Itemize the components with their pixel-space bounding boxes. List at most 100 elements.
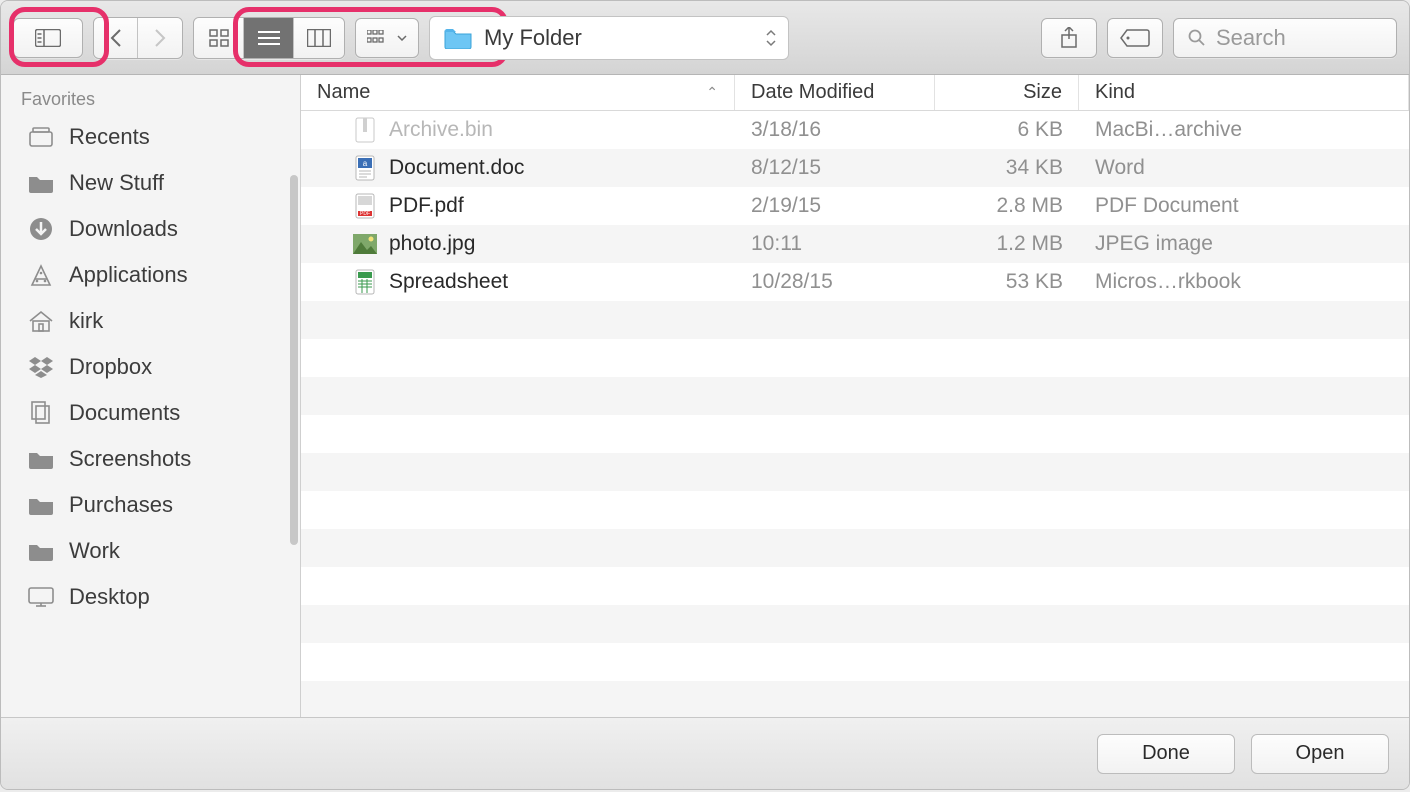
- table-row[interactable]: Archive.bin3/18/166 KBMacBi…archive: [301, 111, 1409, 149]
- file-date: 2/19/15: [735, 194, 935, 218]
- file-name: photo.jpg: [389, 232, 475, 256]
- chevron-left-icon: [110, 29, 122, 47]
- tag-icon: [1119, 28, 1151, 48]
- folder-icon: [27, 445, 55, 473]
- column-headers: Name⌃ Date Modified Size Kind: [301, 75, 1409, 111]
- group-by-button[interactable]: [355, 18, 419, 58]
- sidebar-item-purchases[interactable]: Purchases: [1, 482, 300, 528]
- empty-row: [301, 567, 1409, 605]
- view-mode-segment: [193, 17, 345, 59]
- table-row[interactable]: aDocument.doc8/12/1534 KBWord: [301, 149, 1409, 187]
- sidebar-item-label: Downloads: [69, 216, 178, 242]
- empty-row: [301, 605, 1409, 643]
- file-name: Document.doc: [389, 156, 524, 180]
- apps-icon: [27, 261, 55, 289]
- download-icon: [27, 215, 55, 243]
- folder-icon: [27, 169, 55, 197]
- sidebar-item-label: Applications: [69, 262, 188, 288]
- tags-button[interactable]: [1107, 18, 1163, 58]
- nav-segment: [93, 17, 183, 59]
- empty-row: [301, 681, 1409, 717]
- empty-row: [301, 453, 1409, 491]
- jpg-file-icon: [353, 230, 377, 258]
- empty-row: [301, 339, 1409, 377]
- sidebar-list: Recents New Stuff Downloads Applications kir…: [1, 114, 300, 620]
- location-popup[interactable]: My Folder: [429, 16, 789, 60]
- file-size: 2.8 MB: [935, 194, 1079, 218]
- column-header-date[interactable]: Date Modified: [735, 75, 935, 110]
- share-button[interactable]: [1041, 18, 1097, 58]
- columns-icon: [307, 29, 331, 47]
- file-name: Spreadsheet: [389, 270, 508, 294]
- sidebar-item-label: Recents: [69, 124, 150, 150]
- svg-text:PDF: PDF: [360, 211, 370, 217]
- forward-button[interactable]: [138, 18, 182, 58]
- documents-icon: [27, 399, 55, 427]
- table-row[interactable]: PDFPDF.pdf2/19/152.8 MBPDF Document: [301, 187, 1409, 225]
- sidebar-item-label: New Stuff: [69, 170, 164, 196]
- chevron-down-icon: [397, 35, 407, 41]
- footer: Done Open: [1, 717, 1409, 789]
- sidebar-heading: Favorites: [1, 89, 300, 114]
- table-row[interactable]: photo.jpg10:111.2 MBJPEG image: [301, 225, 1409, 263]
- svg-text:a: a: [363, 159, 368, 168]
- file-size: 6 KB: [935, 118, 1079, 142]
- sidebar-item-kirk[interactable]: kirk: [1, 298, 300, 344]
- file-date: 10/28/15: [735, 270, 935, 294]
- file-date: 3/18/16: [735, 118, 935, 142]
- sidebar-item-dropbox[interactable]: Dropbox: [1, 344, 300, 390]
- sidebar-item-label: Documents: [69, 400, 180, 426]
- chevron-right-icon: [154, 29, 166, 47]
- column-header-name[interactable]: Name⌃: [301, 75, 735, 110]
- sidebar-item-downloads[interactable]: Downloads: [1, 206, 300, 252]
- file-rows: Archive.bin3/18/166 KBMacBi…archive a Docu…: [301, 111, 1409, 717]
- recents-icon: [27, 123, 55, 151]
- table-row[interactable]: Spreadsheet10/28/1553 KBMicros…rkbook: [301, 263, 1409, 301]
- open-button[interactable]: Open: [1251, 734, 1389, 774]
- sidebar-item-desktop[interactable]: Desktop: [1, 574, 300, 620]
- archive-file-icon: [353, 116, 377, 144]
- sidebar-item-label: Screenshots: [69, 446, 191, 472]
- file-kind: Micros…rkbook: [1079, 270, 1409, 294]
- share-icon: [1060, 27, 1078, 49]
- folder-icon: [444, 27, 472, 49]
- file-list-panel: Name⌃ Date Modified Size Kind Archive.bi…: [301, 75, 1409, 717]
- sidebar-item-new-stuff[interactable]: New Stuff: [1, 160, 300, 206]
- column-header-size[interactable]: Size: [935, 75, 1079, 110]
- empty-row: [301, 415, 1409, 453]
- column-header-kind[interactable]: Kind: [1079, 75, 1409, 110]
- back-button[interactable]: [94, 18, 138, 58]
- sidebar-item-work[interactable]: Work: [1, 528, 300, 574]
- folder-icon: [27, 491, 55, 519]
- list-view-button[interactable]: [244, 18, 294, 58]
- sort-ascending-icon: ⌃: [706, 84, 718, 101]
- file-name: PDF.pdf: [389, 194, 464, 218]
- list-icon: [258, 30, 280, 46]
- sidebar-item-applications[interactable]: Applications: [1, 252, 300, 298]
- done-button[interactable]: Done: [1097, 734, 1235, 774]
- folder-icon: [27, 537, 55, 565]
- finder-open-dialog: My Folder Search Favorites Recents New St…: [0, 0, 1410, 790]
- file-kind: MacBi…archive: [1079, 118, 1409, 142]
- sidebar-item-label: Work: [69, 538, 120, 564]
- icon-view-button[interactable]: [194, 18, 244, 58]
- sidebar-scrollbar[interactable]: [290, 175, 298, 545]
- group-icon: [367, 30, 393, 46]
- column-view-button[interactable]: [294, 18, 344, 58]
- search-field[interactable]: Search: [1173, 18, 1397, 58]
- stepper-icon: [766, 29, 776, 47]
- search-icon: [1188, 29, 1206, 47]
- file-size: 34 KB: [935, 156, 1079, 180]
- sidebar-item-screenshots[interactable]: Screenshots: [1, 436, 300, 482]
- sidebar-item-label: Dropbox: [69, 354, 152, 380]
- sidebar-toggle-button[interactable]: [13, 18, 83, 58]
- sidebar-item-recents[interactable]: Recents: [1, 114, 300, 160]
- sidebar-item-label: kirk: [69, 308, 103, 334]
- empty-row: [301, 529, 1409, 567]
- file-size: 1.2 MB: [935, 232, 1079, 256]
- file-kind: JPEG image: [1079, 232, 1409, 256]
- location-label: My Folder: [484, 25, 582, 51]
- sidebar-item-documents[interactable]: Documents: [1, 390, 300, 436]
- empty-row: [301, 643, 1409, 681]
- sidebar-icon: [35, 29, 61, 47]
